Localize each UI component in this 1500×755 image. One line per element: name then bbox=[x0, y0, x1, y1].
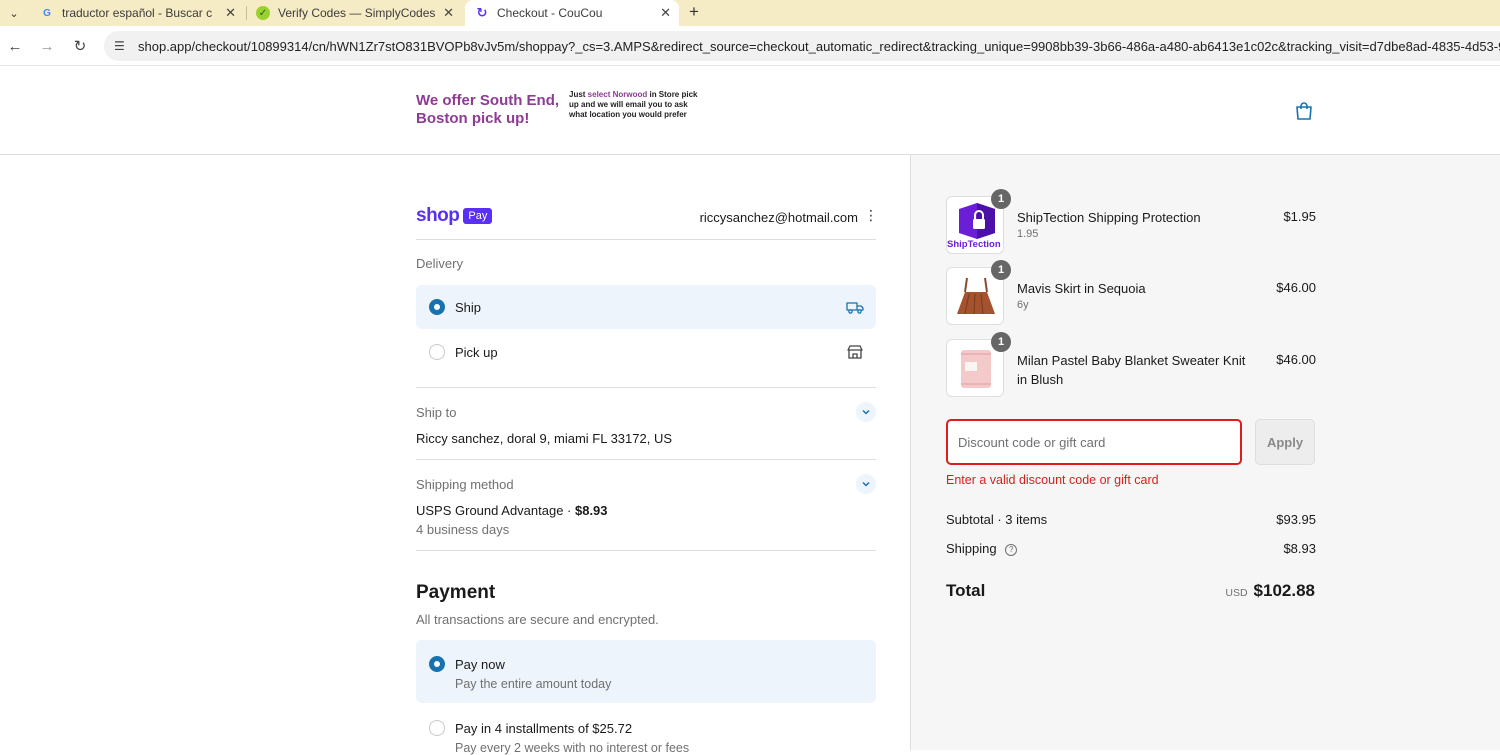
tab-title: Checkout - CouCou bbox=[497, 6, 603, 20]
divider bbox=[416, 550, 876, 551]
shopping-bag-icon[interactable] bbox=[1294, 101, 1314, 121]
close-icon[interactable]: ✕ bbox=[443, 6, 454, 19]
more-options-icon[interactable]: ⋮ bbox=[864, 207, 878, 224]
shipping-method-expand-chevron-icon[interactable] bbox=[856, 474, 876, 494]
reload-icon[interactable]: ↻ bbox=[70, 36, 90, 56]
item-price: $46.00 bbox=[1276, 352, 1316, 367]
item-name: ShipTection Shipping Protection bbox=[1017, 210, 1201, 225]
item-variant: 1.95 bbox=[1017, 228, 1039, 240]
subtotal-value: $93.95 bbox=[1276, 512, 1316, 527]
quantity-badge: 1 bbox=[991, 189, 1011, 209]
pay-logo-badge: Pay bbox=[463, 208, 493, 224]
shipping-method-eta: 4 business days bbox=[416, 522, 510, 537]
shipping-method-price: $8.93 bbox=[574, 503, 608, 518]
item-price: $46.00 bbox=[1276, 280, 1316, 295]
line-item: 1 Mavis Skirt in Sequoia 6y $46.00 bbox=[946, 260, 1316, 325]
banner-note-highlight: select Norwood bbox=[587, 90, 648, 99]
item-name: Milan Pastel Baby Blanket Sweater Knit i… bbox=[1017, 353, 1246, 387]
tab-search-chevron-icon[interactable]: ⌄ bbox=[4, 3, 24, 23]
divider bbox=[416, 459, 876, 460]
radio-button[interactable] bbox=[429, 344, 445, 360]
item-name: Mavis Skirt in Sequoia bbox=[1017, 281, 1146, 296]
site-info-icon[interactable]: ☰ bbox=[114, 39, 130, 53]
option-label: Pay in 4 installments of $25.72 bbox=[455, 720, 633, 736]
radio-button[interactable] bbox=[429, 656, 445, 672]
help-icon[interactable]: ? bbox=[1005, 543, 1018, 556]
item-price: $1.95 bbox=[1283, 209, 1316, 224]
radio-button[interactable] bbox=[429, 299, 445, 315]
tab-title: Verify Codes — SimplyCodes bbox=[278, 6, 436, 20]
total-amount: USD $102.88 bbox=[1225, 581, 1315, 601]
quantity-badge: 1 bbox=[991, 260, 1011, 280]
apply-discount-button[interactable]: Apply bbox=[1255, 419, 1315, 465]
delivery-option-ship[interactable]: Ship bbox=[416, 285, 876, 329]
total-label: Total bbox=[946, 581, 986, 600]
ship-to-label: Ship to bbox=[416, 405, 457, 420]
back-arrow-icon[interactable]: ← bbox=[5, 36, 25, 56]
shipping-label: Shipping bbox=[946, 541, 997, 556]
payment-subtitle: All transactions are secure and encrypte… bbox=[416, 612, 659, 627]
option-label: Pick up bbox=[455, 344, 498, 360]
close-icon[interactable]: ✕ bbox=[225, 6, 236, 19]
payment-heading: Payment bbox=[416, 582, 496, 603]
tab-checkout-coucou[interactable]: ↻ Checkout - CouCou ✕ bbox=[465, 0, 679, 26]
subtotal-label: Subtotal · 3 items bbox=[946, 512, 1048, 527]
tab-google-search[interactable]: G traductor español - Buscar con ✕ bbox=[30, 0, 244, 26]
shop-logo-text: shop bbox=[416, 205, 460, 226]
shop-pay-logo: shop Pay bbox=[416, 205, 493, 227]
quantity-badge: 1 bbox=[991, 332, 1011, 352]
item-variant: 6y bbox=[1017, 299, 1029, 311]
delivery-option-pickup[interactable]: Pick up bbox=[416, 330, 876, 374]
option-description: Pay every 2 weeks with no interest or fe… bbox=[455, 741, 690, 755]
option-description: Pay the entire amount today bbox=[455, 677, 612, 691]
browser-tab-bar: ⌄ G traductor español - Buscar con ✕ ✓ V… bbox=[0, 0, 1500, 26]
shipping-value: $8.93 bbox=[1283, 541, 1316, 556]
url-bar[interactable]: ☰ shop.app/checkout/10899314/cn/hWN1Zr7s… bbox=[104, 31, 1500, 61]
option-label: Ship bbox=[455, 299, 482, 315]
ship-to-expand-chevron-icon[interactable] bbox=[856, 402, 876, 422]
store-icon bbox=[847, 345, 863, 359]
payment-option-pay-now[interactable]: Pay now Pay the entire amount today bbox=[416, 640, 876, 703]
thumbnail-caption: ShipTection bbox=[947, 239, 1001, 250]
banner-note-prefix: Just bbox=[569, 90, 588, 99]
payment-option-installments[interactable]: Pay in 4 installments of $25.72 Pay ever… bbox=[416, 704, 876, 755]
url-text[interactable]: shop.app/checkout/10899314/cn/hWN1Zr7stO… bbox=[138, 39, 1500, 54]
account-email: riccysanchez@hotmail.com bbox=[699, 210, 858, 225]
ship-to-address: Riccy sanchez, doral 9, miami FL 33172, … bbox=[416, 431, 673, 446]
pickup-banner-title[interactable]: We offer South End, Boston pick up! bbox=[416, 92, 566, 128]
subtotal-row: Subtotal · 3 items $93.95 bbox=[946, 512, 1316, 527]
forward-arrow-icon[interactable]: → bbox=[37, 36, 57, 56]
radio-button[interactable] bbox=[429, 720, 445, 736]
google-icon: G bbox=[43, 7, 51, 19]
tab-title: traductor español - Buscar con bbox=[62, 6, 212, 20]
discount-code-input[interactable] bbox=[946, 419, 1242, 465]
shipping-row: Shipping ? $8.93 bbox=[946, 541, 1316, 556]
divider bbox=[416, 387, 876, 388]
delivery-label: Delivery bbox=[416, 256, 463, 271]
discount-error-message: Enter a valid discount code or gift card bbox=[946, 473, 1159, 487]
currency-code: USD bbox=[1225, 587, 1248, 599]
option-label: Pay now bbox=[455, 656, 505, 672]
shop-app-icon: ↻ bbox=[476, 5, 488, 20]
new-tab-button[interactable]: + bbox=[689, 2, 699, 22]
pickup-banner-note[interactable]: Just select Norwood in Store pick up and… bbox=[569, 90, 699, 120]
divider bbox=[416, 239, 876, 240]
truck-icon bbox=[846, 302, 864, 314]
tab-simplycodes[interactable]: ✓ Verify Codes — SimplyCodes ✕ bbox=[248, 0, 462, 26]
store-header: We offer South End, Boston pick up! Just… bbox=[0, 67, 1500, 155]
total-value: $102.88 bbox=[1253, 581, 1315, 600]
shipping-method-label: Shipping method bbox=[416, 477, 514, 492]
simplycodes-icon: ✓ bbox=[256, 6, 270, 20]
close-icon[interactable]: ✕ bbox=[660, 6, 671, 19]
shipping-method-name: USPS Ground Advantage · bbox=[416, 503, 575, 518]
tab-divider bbox=[246, 6, 247, 20]
shipping-method-value: USPS Ground Advantage · $8.93 bbox=[416, 503, 608, 518]
line-item: 1 Milan Pastel Baby Blanket Sweater Knit… bbox=[946, 332, 1316, 397]
line-item: ShipTection 1 ShipTection Shipping Prote… bbox=[946, 189, 1316, 254]
address-bar-row: ← → ↻ ☰ shop.app/checkout/10899314/cn/hW… bbox=[0, 26, 1500, 66]
